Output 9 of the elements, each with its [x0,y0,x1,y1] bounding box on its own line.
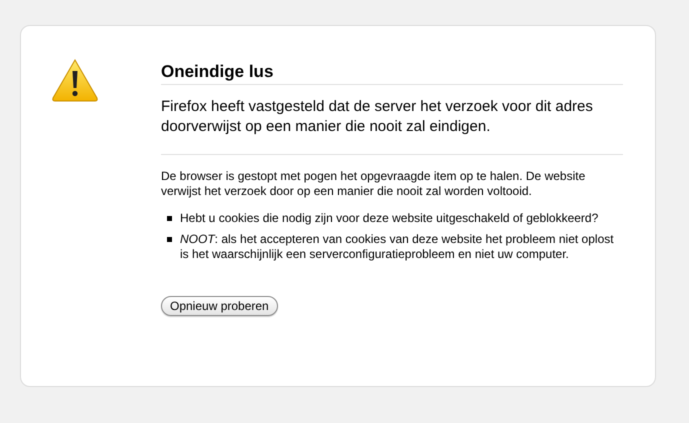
suggestion-text: NOOT: als het accepteren van cookies van deze website het probleem niet oplost is het waarschijnlijk een serverconfiguratieprobleem en niet uw computer. [180,232,615,262]
bullet-icon [167,237,172,242]
warning-icon [51,58,99,102]
retry-button[interactable]: Opnieuw proberen [161,296,278,316]
suggestion-text: Hebt u cookies die nodig zijn voor deze website uitgeschakeld of geblokkeerd? [180,211,598,226]
bullet-icon [167,216,172,221]
error-description: De browser is gestopt met pogen het opgevraagde item op te halen. De website verwijst het verzoek door op een manier die nooit zal worden voltooid. [161,169,586,199]
error-message: Firefox heeft vastgesteld dat de server het verzoek voor dit adres doorverwijst op een manier die nooit zal eindigen. [161,97,623,155]
error-title: Oneindige lus [161,62,623,85]
